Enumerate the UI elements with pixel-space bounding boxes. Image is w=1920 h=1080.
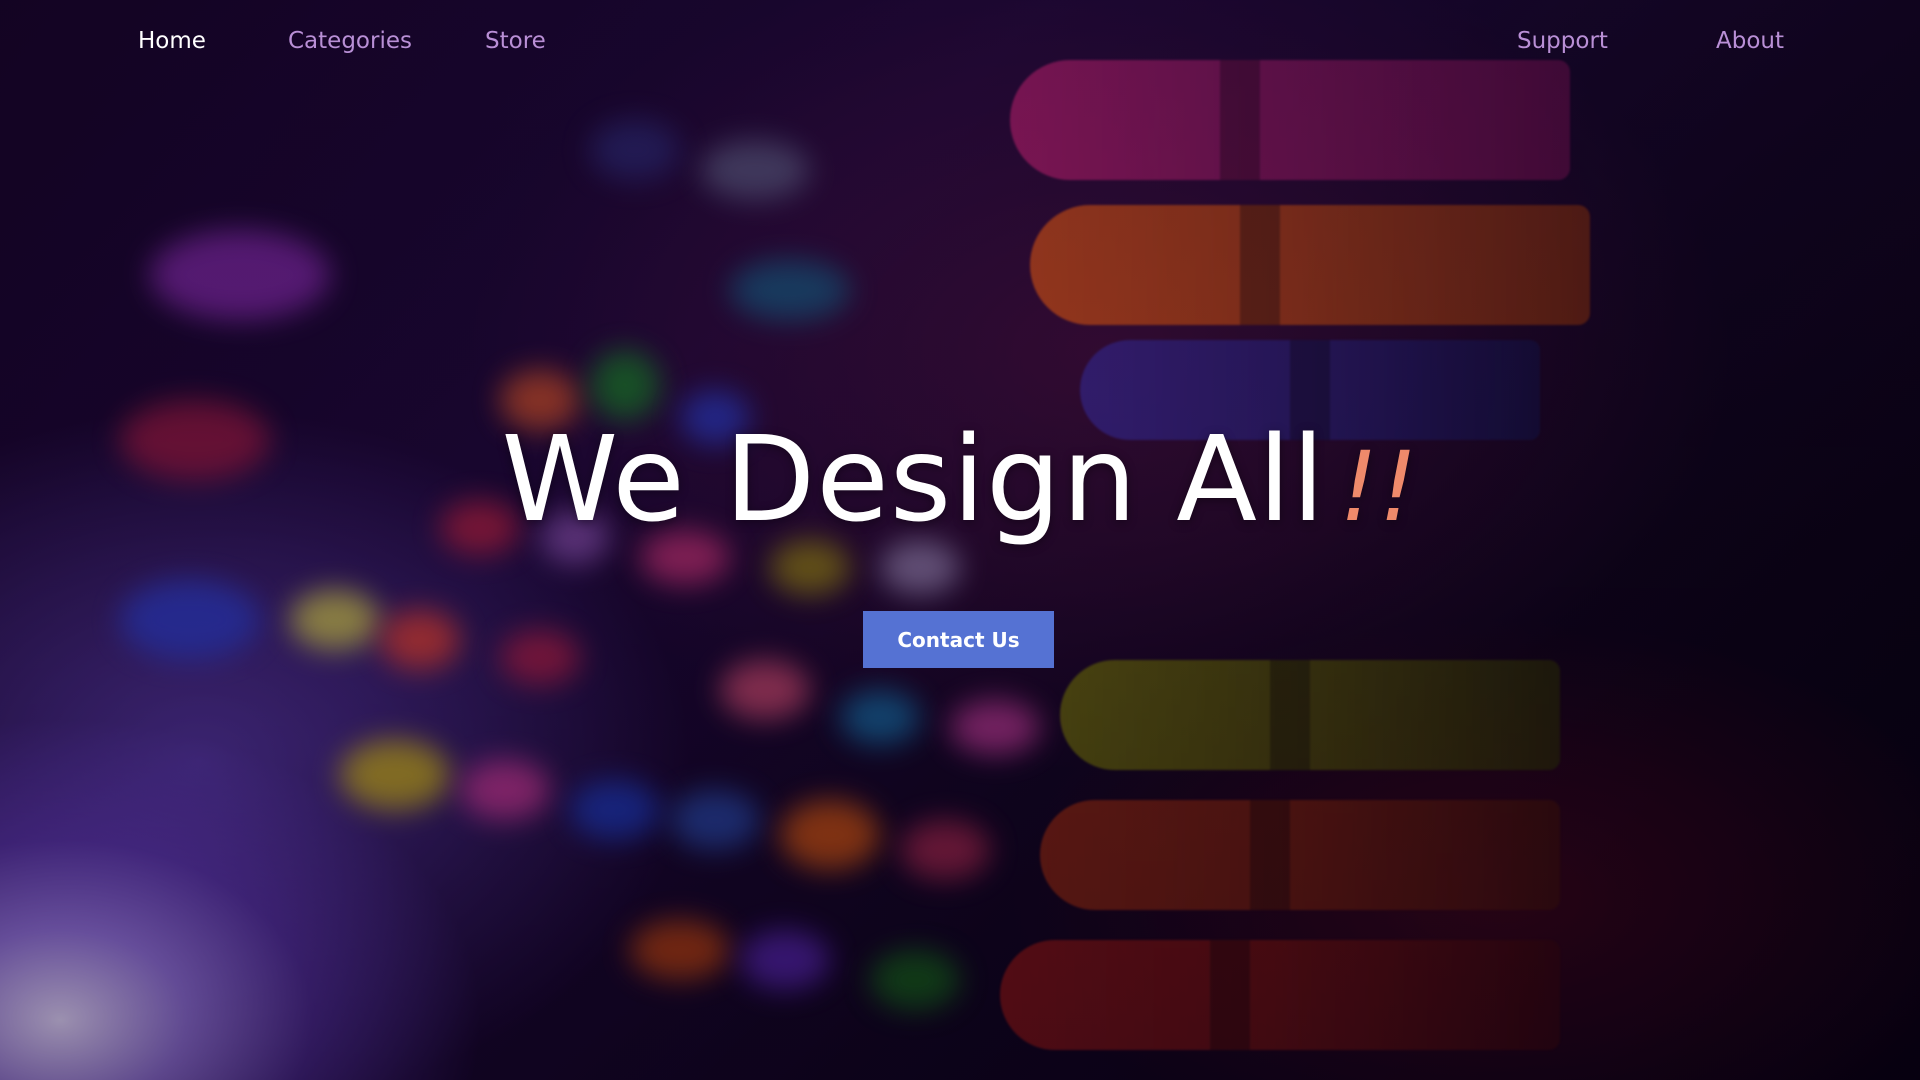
nav-support-link[interactable]: Support <box>1517 28 1608 54</box>
nav-about-link[interactable]: About <box>1716 28 1784 54</box>
nav-categories-link[interactable]: Categories <box>288 28 412 54</box>
hero-title-text: We Design All <box>501 410 1326 548</box>
nav-home-link[interactable]: Home <box>138 28 206 54</box>
hero-title: We Design All!! <box>0 410 1920 548</box>
hero-title-accent: !! <box>1339 431 1419 543</box>
top-nav: Home Categories Store Support About <box>0 0 1920 94</box>
nav-store-link[interactable]: Store <box>485 28 546 54</box>
landing-page: Home Categories Store Support About We D… <box>0 0 1920 1080</box>
contact-us-button[interactable]: Contact Us <box>863 611 1054 668</box>
